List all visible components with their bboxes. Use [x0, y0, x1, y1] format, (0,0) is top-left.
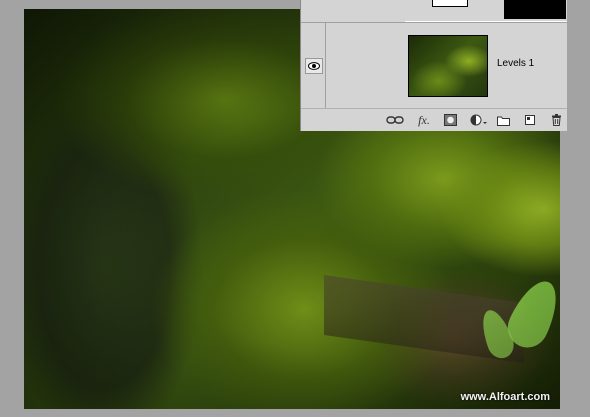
layer-row-previous[interactable]: [301, 0, 567, 23]
layers-panel: Levels 1 fx.: [300, 0, 567, 131]
layer-mask-icon[interactable]: [442, 113, 458, 127]
layer-row[interactable]: Levels 1: [325, 22, 567, 108]
new-layer-icon[interactable]: [522, 113, 538, 127]
link-layers-icon[interactable]: [385, 113, 405, 127]
layer-name: Levels 1: [497, 58, 535, 69]
adjustment-layer-icon[interactable]: [469, 113, 489, 127]
folder-icon[interactable]: [495, 113, 511, 127]
trash-icon[interactable]: [548, 113, 564, 127]
eye-icon[interactable]: [305, 58, 323, 74]
layer-thumbnail: [432, 0, 468, 7]
visibility-column: [301, 22, 326, 108]
layer-thumbnail: [408, 35, 488, 97]
layers-toolbar: fx.: [301, 108, 567, 131]
layer-mask-thumbnail: [504, 0, 566, 19]
watermark: www.Alfoart.com: [460, 391, 550, 403]
fx-button[interactable]: fx.: [415, 113, 433, 127]
